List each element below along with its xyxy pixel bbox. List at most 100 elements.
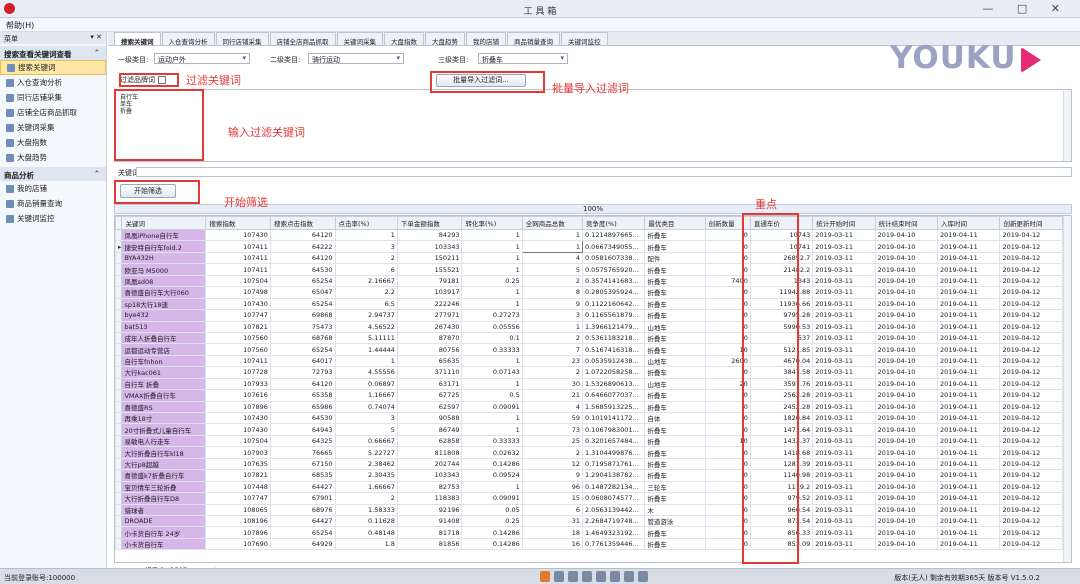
table-cell[interactable]: 2019-03-11: [812, 457, 876, 471]
table-cell[interactable]: 折叠车: [644, 537, 706, 551]
table-cell[interactable]: 0.1165561879…: [581, 309, 646, 322]
table-cell[interactable]: 2.2684719748…: [581, 514, 646, 528]
table-cell[interactable]: 2019-03-11: [812, 377, 876, 391]
table-cell[interactable]: 92196: [396, 503, 463, 516]
table-cell[interactable]: 0.0608074577…: [581, 492, 646, 505]
table-cell[interactable]: 107747: [205, 492, 271, 505]
tab[interactable]: 我的店铺: [466, 32, 506, 46]
table-cell[interactable]: 0: [704, 366, 751, 379]
table-cell[interactable]: 853.09: [749, 537, 814, 551]
table-cell[interactable]: 2019-03-11: [812, 297, 876, 311]
column-header[interactable]: 下单金额指数: [396, 216, 463, 230]
table-cell[interactable]: 2019-04-10: [874, 400, 939, 414]
table-cell[interactable]: 1.5685913225…: [581, 400, 646, 414]
table-cell[interactable]: 107498: [205, 286, 271, 299]
table-cell[interactable]: 2019-04-11: [937, 514, 1001, 528]
table-cell[interactable]: 0: [704, 228, 751, 242]
table-cell[interactable]: 2: [521, 366, 583, 379]
table-cell[interactable]: 0: [704, 480, 751, 494]
table-cell[interactable]: 2019-03-11: [812, 263, 876, 276]
table-cell[interactable]: 67901: [269, 492, 336, 505]
table-cell[interactable]: 2019-04-11: [937, 343, 1001, 356]
sidebar-item[interactable]: 大盘指数: [0, 135, 106, 150]
table-cell[interactable]: 64929: [269, 537, 336, 551]
tab[interactable]: 大盘指数: [384, 32, 424, 46]
table-cell[interactable]: 86749: [396, 423, 463, 436]
table-cell[interactable]: 107504: [205, 434, 271, 448]
table-cell[interactable]: 2019-03-11: [812, 309, 876, 322]
table-cell[interactable]: 折叠车: [644, 526, 706, 539]
table-cell[interactable]: 2019-04-12: [999, 263, 1063, 276]
filter-keyword-checkbox[interactable]: 过滤品牌词: [120, 75, 166, 85]
table-cell[interactable]: 18: [521, 526, 583, 539]
tab[interactable]: 商品销量查询: [507, 32, 560, 46]
table-cell[interactable]: 2019-04-12: [999, 469, 1063, 482]
table-cell[interactable]: 2.16667: [334, 274, 398, 288]
table-cell[interactable]: 宝贝情车三轮折叠: [121, 480, 207, 494]
table-cell[interactable]: 2019-03-11: [812, 503, 876, 516]
table-cell[interactable]: 2019-04-12: [999, 389, 1063, 402]
table-cell[interactable]: 2019-04-12: [999, 434, 1063, 448]
table-cell[interactable]: 2.2: [334, 286, 398, 299]
table-cell[interactable]: 15: [521, 492, 583, 505]
table-row[interactable]: bat513 107821 75473 4.56522 267430 0.05556 1 1.…: [115, 320, 1063, 333]
table-cell[interactable]: 2019-04-12: [999, 354, 1063, 368]
table-cell[interactable]: 0.0667349055…: [581, 240, 646, 253]
table-cell[interactable]: 59: [521, 411, 583, 425]
table-cell[interactable]: 2019-04-12: [999, 400, 1063, 414]
table-cell[interactable]: 103343: [396, 469, 463, 482]
table-cell[interactable]: 折叠车: [644, 297, 706, 311]
table-row[interactable]: sp18大行18速 107430 65254 6.5 222246 1 9 0.1122160…: [115, 297, 1063, 311]
table-cell[interactable]: 107747: [205, 309, 271, 322]
table-row[interactable]: bye432 107747 69868 2.94737 277971 0.27273 3 0.…: [115, 309, 1063, 322]
table-cell[interactable]: 0.48148: [334, 526, 398, 539]
table-cell[interactable]: 2019-04-11: [937, 400, 1001, 414]
table-cell[interactable]: 0.02632: [461, 446, 523, 459]
sidebar-item[interactable]: 关键词监控: [0, 211, 106, 226]
table-cell[interactable]: 107690: [205, 537, 271, 551]
table-cell[interactable]: 67725: [396, 389, 463, 402]
table-cell[interactable]: 107821: [205, 469, 271, 482]
table-row[interactable]: 大行折叠自行车D8 107747 67901 2 118383 0.09091 15 0.06…: [115, 492, 1063, 505]
table-cell[interactable]: 1: [461, 297, 523, 311]
table-cell[interactable]: 大行折叠自行车kl18: [121, 446, 207, 459]
table-row[interactable]: 大行p8超越 107635 67150 2.38462 202744 0.14286 12 0…: [115, 457, 1063, 471]
table-cell[interactable]: 69868: [269, 309, 336, 322]
table-row[interactable]: 大行折叠自行车kl18 107903 76665 5.22727 811808 0.026…: [115, 446, 1063, 459]
table-row[interactable]: 喜德盛k7折叠自行车 107821 68535 2.30435 103343 0.0952…: [115, 469, 1063, 482]
table-cell[interactable]: 折叠车: [644, 389, 706, 402]
table-cell[interactable]: 107728: [205, 366, 271, 379]
table-cell[interactable]: 0.05: [461, 503, 523, 516]
table-cell[interactable]: 4.55556: [334, 366, 398, 379]
table-cell[interactable]: 30: [521, 377, 583, 391]
table-cell[interactable]: 10: [704, 343, 751, 356]
table-cell[interactable]: 0: [704, 411, 751, 425]
table-cell[interactable]: 0: [704, 423, 751, 436]
table-cell[interactable]: 2019-03-11: [812, 240, 876, 253]
table-cell[interactable]: 2019-04-10: [874, 434, 939, 448]
table-cell[interactable]: 81718: [396, 526, 463, 539]
table-cell[interactable]: 6: [334, 263, 398, 276]
table-cell[interactable]: 0.2805395924…: [581, 286, 646, 299]
table-cell[interactable]: 150211: [396, 251, 463, 265]
table-cell[interactable]: 2019-04-10: [874, 526, 939, 539]
table-cell[interactable]: 5121.85: [749, 343, 814, 356]
table-cell[interactable]: 20: [704, 377, 751, 391]
table-cell[interactable]: 0: [704, 503, 751, 516]
table-cell[interactable]: 2019-04-12: [999, 503, 1063, 516]
table-cell[interactable]: 10741: [749, 240, 814, 253]
table-cell[interactable]: 1.2904138782…: [581, 469, 646, 482]
table-cell[interactable]: 2019-03-11: [812, 514, 876, 528]
table-cell[interactable]: 大行kac061: [121, 366, 207, 379]
table-cell[interactable]: 2600: [704, 354, 751, 368]
table-cell[interactable]: 2019-04-10: [874, 423, 939, 436]
column-header[interactable]: 点击率(%): [334, 216, 398, 230]
table-cell[interactable]: 2019-04-10: [874, 457, 939, 471]
table-row[interactable]: 运都运动专营店 107560 65254 1.44444 80756 0.33333 7 0.…: [115, 343, 1063, 356]
table-cell[interactable]: 82753: [396, 480, 463, 494]
column-header[interactable]: 统计结束时间: [874, 216, 939, 230]
table-cell[interactable]: 0: [704, 251, 751, 265]
table-cell[interactable]: sp18大行18速: [121, 297, 207, 311]
table-cell[interactable]: 107504: [205, 274, 271, 288]
table-cell[interactable]: 2: [521, 274, 583, 288]
